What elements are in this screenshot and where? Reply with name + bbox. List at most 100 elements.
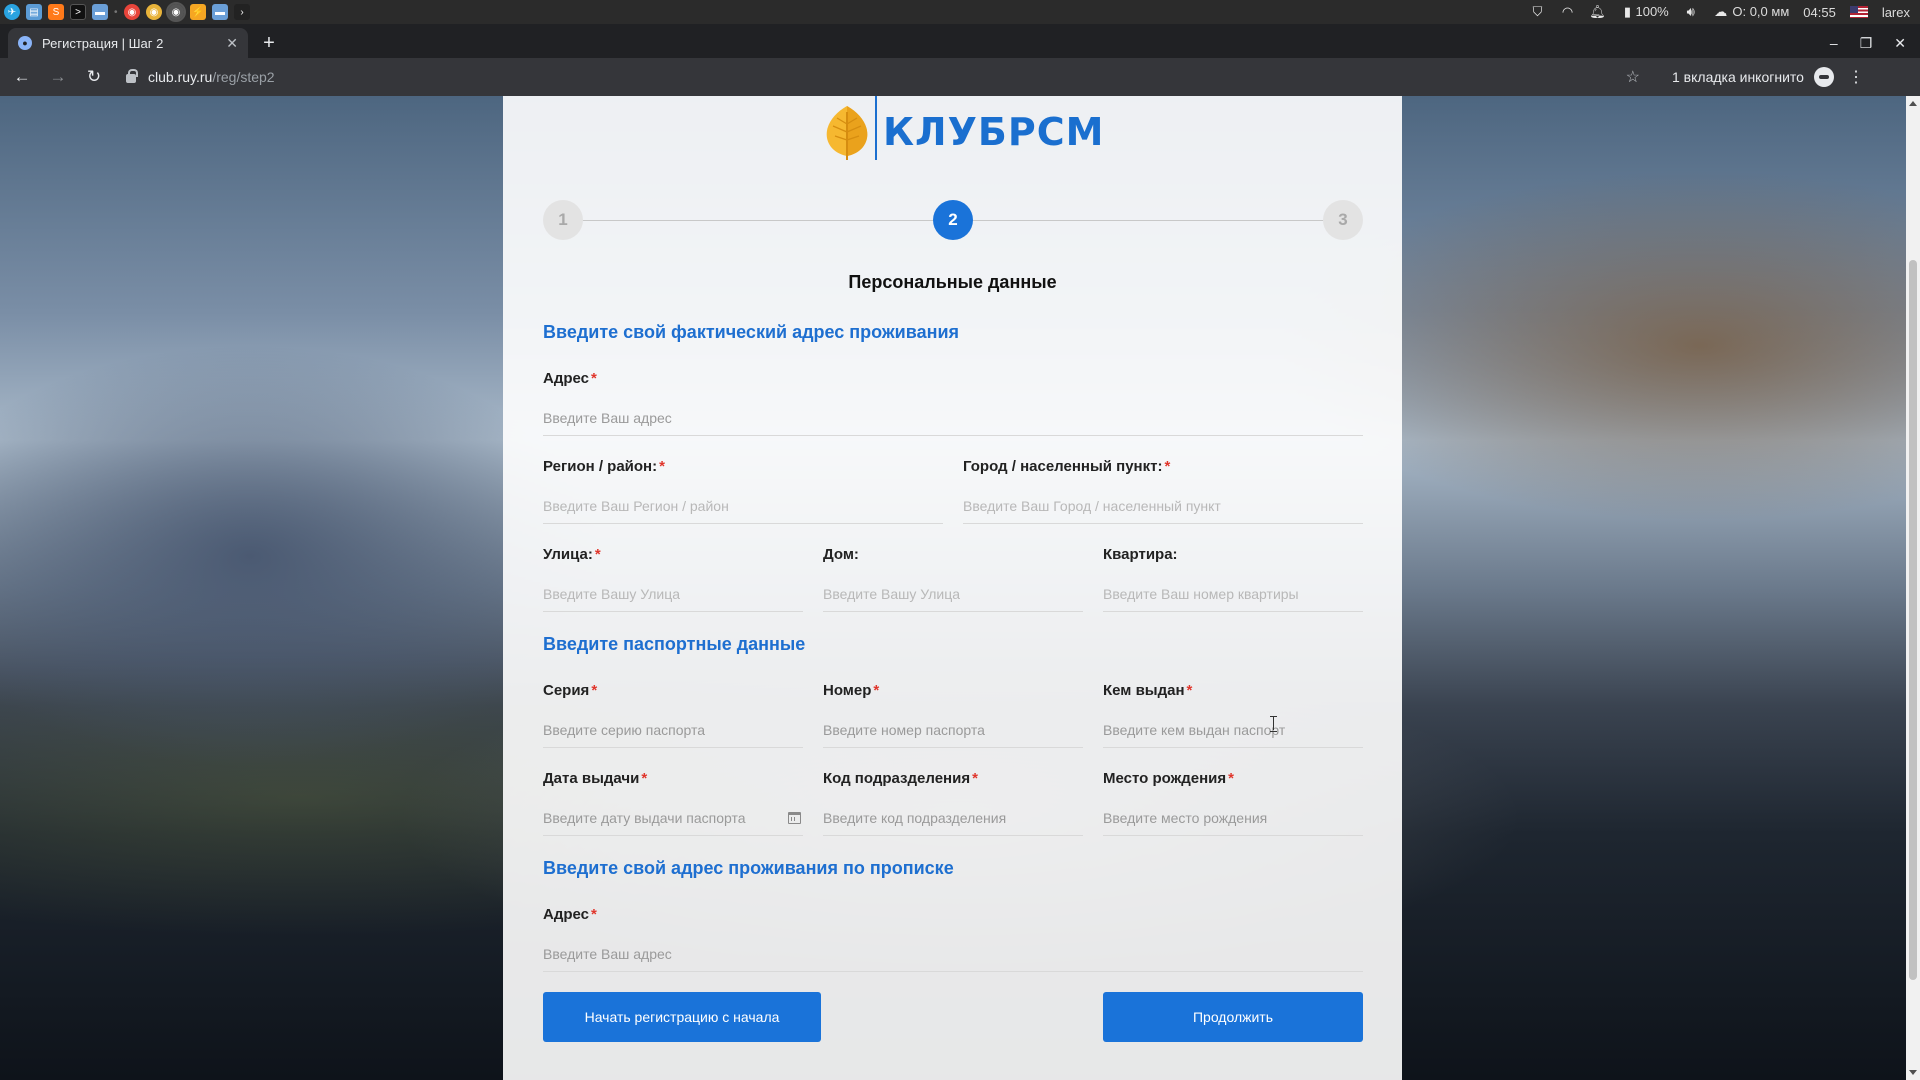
label-text: Место рождения [1103, 770, 1227, 787]
close-tab-icon[interactable]: ✕ [226, 35, 238, 52]
files-icon[interactable]: ▤ [26, 4, 42, 20]
battery-indicator[interactable]: ▮ 100% [1619, 4, 1669, 20]
birthplace-field: Место рождения * Введите место рождения [1103, 770, 1363, 836]
page-scrollbar[interactable] [1906, 96, 1920, 1080]
field-label: Кем выдан * [1103, 682, 1363, 702]
step-2-active: 2 [933, 200, 973, 240]
address-bar[interactable]: club.ruy.ru/reg/step2 ☆ [118, 62, 1648, 92]
keyboard-layout-flag-icon[interactable] [1849, 6, 1868, 18]
step-1[interactable]: 1 [543, 200, 583, 240]
chrome-icon[interactable]: ◉ [124, 4, 140, 20]
label-text: Город / населенный пункт: [963, 458, 1163, 475]
placeholder: Введите Ваш номер квартиры [1103, 585, 1299, 602]
telegram-icon[interactable]: ✈ [4, 4, 20, 20]
scrollbar-thumb[interactable] [1909, 260, 1917, 980]
field-label: Место рождения * [1103, 770, 1363, 790]
label-text: Регион / район: [543, 458, 658, 475]
close-window-icon[interactable]: ✕ [1894, 35, 1906, 52]
city-input[interactable]: Введите Ваш Город / населенный пункт [963, 488, 1363, 524]
required-mark: * [591, 682, 598, 699]
leaf-logo-icon [826, 106, 868, 160]
registration-address-input[interactable]: Введите Ваш адрес [543, 936, 1363, 972]
volume-icon[interactable]: 🔊︎ [1683, 4, 1699, 20]
passport-number-input[interactable]: Введите номер паспорта [823, 712, 1083, 748]
label-text: Улица: [543, 546, 593, 563]
folder-icon[interactable]: ▬ [92, 4, 108, 20]
issue-date-input[interactable]: Введите дату выдачи паспорта [543, 800, 803, 836]
issued-by-field: Кем выдан * Введите кем выдан паспорт [1103, 682, 1363, 748]
step-3: 3 [1323, 200, 1363, 240]
folder-icon[interactable]: ▬ [212, 4, 228, 20]
club-logo[interactable]: КЛУБРСМ [823, 96, 1104, 160]
field-label: Улица: * [543, 546, 803, 566]
browser-toolbar: ← → ↻ club.ruy.ru/reg/step2 ☆ 1 вкладка … [0, 58, 1920, 96]
terminal-icon[interactable]: > [70, 4, 86, 20]
logo-divider [875, 96, 877, 160]
apartment-input[interactable]: Введите Ваш номер квартиры [1103, 576, 1363, 612]
field-label: Квартира: [1103, 546, 1363, 566]
reload-button[interactable]: ↻ [80, 63, 108, 91]
restore-icon[interactable]: ❐ [1860, 35, 1873, 52]
back-button[interactable]: ← [8, 63, 36, 91]
lock-icon[interactable] [126, 69, 138, 83]
issued-by-input[interactable]: Введите кем выдан паспорт [1103, 712, 1363, 748]
page-title: Персональные данные [848, 272, 1057, 292]
wifi-icon[interactable]: ◠ [1559, 4, 1575, 20]
logo-text: КЛУБРСМ [883, 110, 1105, 154]
bookmark-star-icon[interactable]: ☆ [1626, 67, 1640, 87]
chrome-icon[interactable]: ◉ [146, 4, 162, 20]
label-text: Адрес [543, 906, 590, 923]
terminal-icon[interactable]: › [234, 4, 250, 20]
incognito-indicator[interactable]: 1 вкладка инкогнито [1672, 67, 1834, 87]
region-input[interactable]: Введите Ваш Регион / район [543, 488, 943, 524]
placeholder: Введите Вашу Улица [823, 585, 961, 602]
placeholder: Введите номер паспорта [823, 721, 985, 738]
clock[interactable]: 04:55 [1803, 5, 1836, 20]
city-field: Город / населенный пункт: * Введите Ваш Г… [963, 458, 1363, 524]
restart-registration-button[interactable]: Начать регистрацию с начала [543, 992, 821, 1042]
sublime-icon[interactable]: S [48, 4, 64, 20]
chrome-incognito-icon[interactable]: ◉ [166, 2, 186, 22]
required-mark: * [591, 370, 597, 387]
placeholder: Введите место рождения [1103, 809, 1268, 826]
division-code-input[interactable]: Введите код подразделения [823, 800, 1083, 836]
registration-address-heading: Введите свой адрес проживания по прописк… [543, 858, 954, 878]
battery-icon: ▮ [1623, 4, 1632, 19]
actual-address-input[interactable]: Введите Ваш адрес [543, 400, 1363, 436]
bell-icon[interactable]: 🔔︎ [1589, 4, 1606, 20]
house-input[interactable]: Введите Вашу Улица [823, 576, 1083, 612]
user-name[interactable]: larex [1882, 5, 1910, 20]
field-label: Адрес * [543, 906, 1363, 926]
required-mark: * [641, 770, 648, 787]
browser-tab[interactable]: ● Регистрация | Шаг 2 ✕ [8, 28, 248, 58]
label-text: Серия [543, 682, 590, 699]
placeholder: Введите Ваш адрес [543, 409, 672, 426]
url-host: club.ruy.ru [148, 69, 213, 85]
label-text: Код подразделения [823, 770, 971, 787]
birthplace-input[interactable]: Введите место рождения [1103, 800, 1363, 836]
new-tab-button[interactable]: + [254, 28, 284, 58]
scroll-down-icon[interactable] [1909, 1070, 1917, 1075]
passport-series-field: Серия * Введите серию паспорта [543, 682, 803, 748]
passport-heading: Введите паспортные данные [543, 634, 806, 654]
forward-button[interactable]: → [44, 63, 72, 91]
label-text: Адрес [543, 370, 590, 387]
passport-series-input[interactable]: Введите серию паспорта [543, 712, 803, 748]
browser-menu-icon[interactable]: ⋮ [1848, 67, 1864, 87]
scroll-up-icon[interactable] [1909, 101, 1917, 106]
taskbar-apps: ✈ ▤ S > ▬ • ◉ ◉ ◉ ⚡ ▬ › [0, 2, 250, 22]
calendar-icon[interactable] [788, 812, 801, 824]
system-panel: ✈ ▤ S > ▬ • ◉ ◉ ◉ ⚡ ▬ › ⛉ ◠ 🔔︎ ▮ 100% 🔊︎ … [0, 0, 1920, 24]
region-field: Регион / район: * Введите Ваш Регион / ра… [543, 458, 943, 524]
weather-indicator[interactable]: ☁ О: 0,0 мм [1713, 4, 1789, 20]
continue-button[interactable]: Продолжить [1103, 992, 1363, 1042]
minimize-icon[interactable]: – [1830, 35, 1838, 51]
incognito-icon [1813, 67, 1834, 87]
label-text: Кем выдан [1103, 682, 1185, 699]
window-controls: – ❐ ✕ [1830, 28, 1920, 58]
field-label: Адрес * [543, 370, 1363, 390]
street-input[interactable]: Введите Вашу Улица [543, 576, 803, 612]
system-tray: ⛉ ◠ 🔔︎ ▮ 100% 🔊︎ ☁ О: 0,0 мм 04:55 larex [1529, 4, 1920, 20]
sublime-text-icon[interactable]: ⚡ [190, 4, 206, 20]
shield-icon[interactable]: ⛉ [1529, 4, 1545, 20]
